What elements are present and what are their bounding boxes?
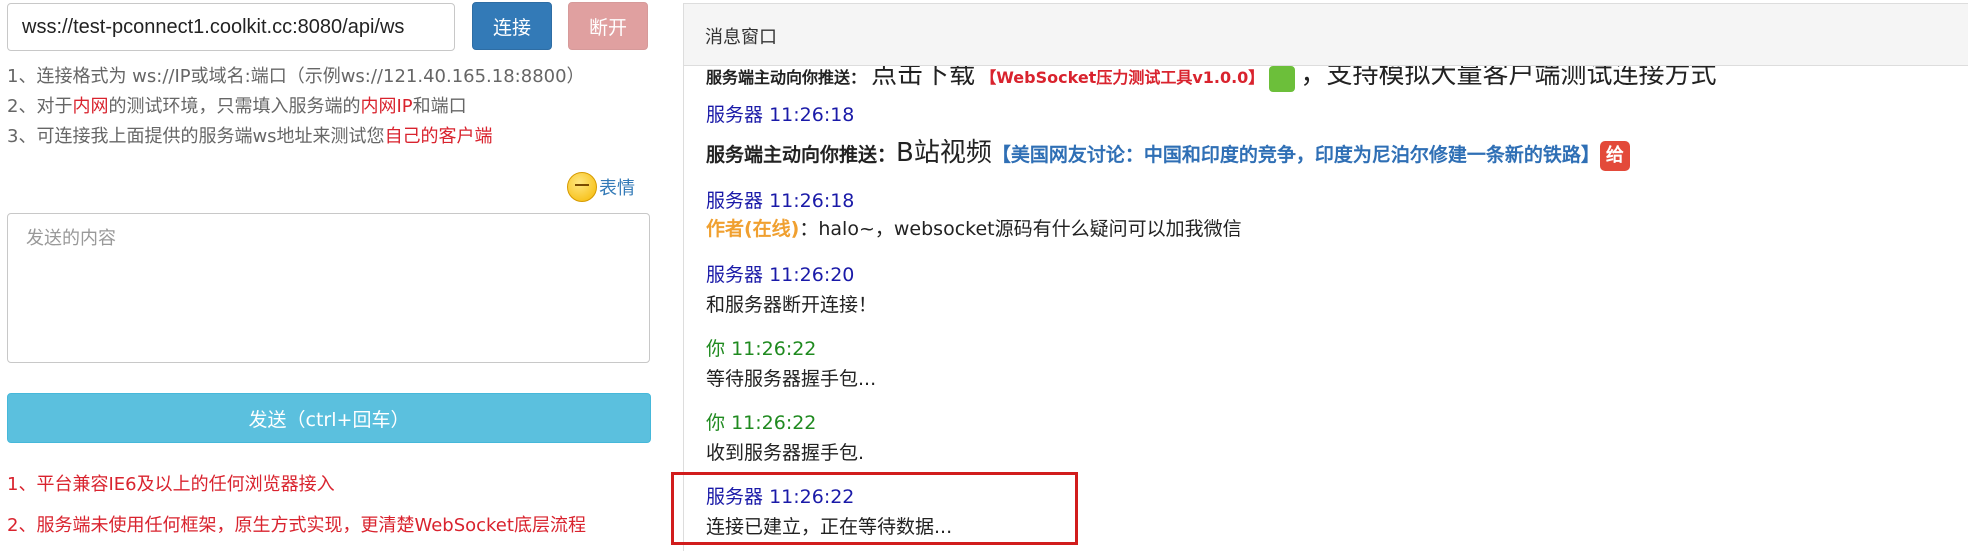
tip-segment: 3、可连接我上面提供的服务端ws地址来测试您 bbox=[7, 126, 385, 147]
framework-note: 2、服务端未使用任何框架，原生方式实现，更清楚WebSocket底层流程 bbox=[7, 515, 586, 536]
tip-segment: 2、对于 bbox=[7, 96, 73, 117]
message-time: 11:26:22 bbox=[731, 338, 817, 360]
push-suffix: ，支持模拟大量客户端测试连接方式 bbox=[1300, 66, 1717, 90]
message-header: 你 11:26:22 bbox=[706, 409, 816, 437]
message-time: 11:26:22 bbox=[769, 486, 855, 508]
partial-push-message: 服务端主动向你推送： 点击下载 【WebSocket压力测试工具v1.0.0】 … bbox=[706, 66, 1717, 92]
message-body: 服务端主动向你推送：B站视频【美国网友讨论：中国和印度的竞争，印度为尼泊尔修建一… bbox=[706, 139, 1630, 171]
tip-line: 2、对于内网的测试环境，只需填入服务端的内网IP和端口 bbox=[7, 92, 467, 118]
smile-face-icon bbox=[567, 172, 597, 202]
message-sender: 你 bbox=[706, 338, 726, 360]
message-header: 服务器 11:26:18 bbox=[706, 101, 854, 129]
tip-segment: 1、连接格式为 ws://IP或域名:端口（示例ws://121.40.165.… bbox=[7, 66, 585, 87]
author-online-label: 作者(在线) bbox=[706, 218, 800, 240]
message-time: 11:26:20 bbox=[769, 264, 855, 286]
message-time: 11:26:22 bbox=[731, 412, 817, 434]
message-sender: 服务器 bbox=[706, 264, 764, 286]
message-window-title: 消息窗口 bbox=[684, 4, 1968, 66]
compatibility-note: 1、平台兼容IE6及以上的任何浏览器接入 bbox=[7, 474, 335, 495]
tip-segment: 内网IP bbox=[360, 96, 413, 117]
message-window: 消息窗口 服务端主动向你推送： 点击下载 【WebSocket压力测试工具v1.… bbox=[683, 3, 1968, 551]
ws-url-input[interactable] bbox=[7, 3, 455, 51]
message-header: 服务器 11:26:20 bbox=[706, 261, 854, 289]
tool-download-link[interactable]: 【WebSocket压力测试工具v1.0.0】 bbox=[980, 68, 1264, 87]
emoji-button[interactable]: 表情 bbox=[567, 172, 635, 202]
tip-segment: 的测试环境，只需填入服务端的 bbox=[108, 96, 361, 117]
message-body: 作者(在线)：halo~，websocket源码有什么疑问可以加我微信 bbox=[706, 215, 1242, 243]
push-text: 点击下载 bbox=[871, 66, 976, 90]
tip-line: 1、连接格式为 ws://IP或域名:端口（示例ws://121.40.165.… bbox=[7, 62, 585, 88]
tip-segment: 内网 bbox=[72, 96, 109, 117]
message-text: 和服务器断开连接！ bbox=[706, 294, 878, 316]
gift-badge-icon[interactable]: 给 bbox=[1599, 140, 1630, 171]
tip-segment: 和端口 bbox=[412, 96, 467, 117]
tip-line: 3、可连接我上面提供的服务端ws地址来测试您自己的客户端 bbox=[7, 122, 493, 148]
connect-button[interactable]: 连接 bbox=[472, 2, 552, 50]
message-header: 服务器 11:26:22 bbox=[706, 483, 854, 511]
message-sender: 服务器 bbox=[706, 104, 764, 126]
message-sender: 服务器 bbox=[706, 486, 764, 508]
message-text: 等待服务器握手包... bbox=[706, 368, 877, 390]
green-tool-icon bbox=[1269, 66, 1296, 92]
push-label: 服务端主动向你推送： bbox=[706, 68, 867, 87]
tip-segment: 自己的客户端 bbox=[384, 126, 493, 147]
disconnect-button[interactable]: 断开 bbox=[568, 2, 648, 50]
message-body: 收到服务器握手包. bbox=[706, 439, 864, 467]
message-text: 连接已建立，正在等待数据... bbox=[706, 516, 953, 538]
message-body: 连接已建立，正在等待数据... bbox=[706, 513, 952, 541]
message-header: 服务器 11:26:18 bbox=[706, 187, 854, 215]
message-sender: 服务器 bbox=[706, 190, 764, 212]
message-text: ：halo~，websocket源码有什么疑问可以加我微信 bbox=[799, 218, 1242, 240]
message-textarea[interactable] bbox=[7, 213, 650, 363]
send-button[interactable]: 发送（ctrl+回车） bbox=[7, 393, 651, 443]
message-list[interactable]: 服务端主动向你推送： 点击下载 【WebSocket压力测试工具v1.0.0】 … bbox=[706, 66, 1966, 551]
video-link[interactable]: 【美国网友讨论：中国和印度的竞争，印度为尼泊尔修建一条新的铁路】 bbox=[992, 144, 1600, 166]
message-body: 等待服务器握手包... bbox=[706, 365, 876, 393]
message-sender: 你 bbox=[706, 412, 726, 434]
emoji-label: 表情 bbox=[599, 178, 635, 199]
message-time: 11:26:18 bbox=[769, 190, 855, 212]
message-text: 收到服务器握手包. bbox=[706, 442, 865, 464]
message-header: 你 11:26:22 bbox=[706, 335, 816, 363]
message-time: 11:26:18 bbox=[769, 104, 855, 126]
push-label: 服务端主动向你推送： bbox=[706, 144, 897, 166]
push-lead: B站视频 bbox=[896, 138, 992, 168]
message-body: 和服务器断开连接！ bbox=[706, 291, 877, 319]
